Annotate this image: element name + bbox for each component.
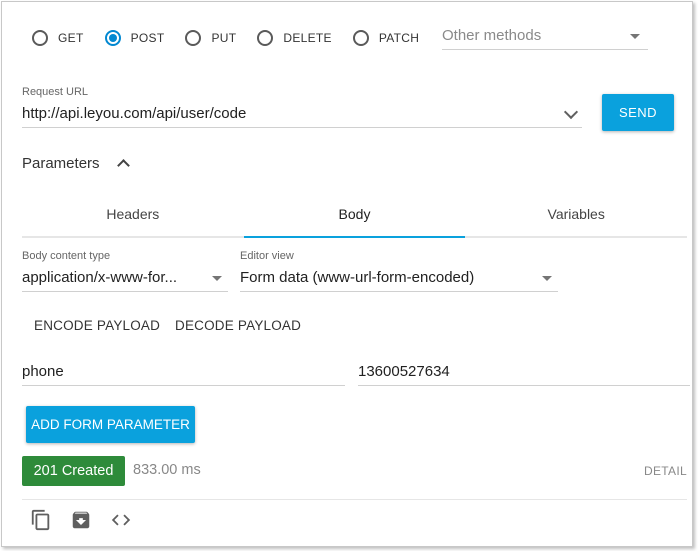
method-radio-delete[interactable]: DELETE — [257, 30, 332, 46]
tab-headers[interactable]: Headers — [22, 191, 244, 236]
radio-circle — [257, 30, 274, 46]
method-label: POST — [130, 31, 165, 45]
editor-view-label: Editor view — [240, 250, 294, 262]
save-icon[interactable] — [70, 509, 92, 531]
method-label: PUT — [211, 31, 237, 45]
details-button[interactable]: DETAIL — [644, 464, 687, 478]
parameters-tabs: Headers Body Variables — [22, 191, 687, 238]
editor-view-value: Form data (www-url-form-encoded) — [240, 269, 475, 286]
form-param-key-input[interactable]: phone — [22, 360, 345, 386]
request-url-input[interactable]: http://api.leyou.com/api/user/code — [22, 102, 582, 128]
body-content-type-select[interactable]: application/x-www-for... — [22, 266, 228, 292]
chevron-down-icon[interactable] — [563, 104, 579, 120]
radio-circle — [185, 30, 202, 46]
editor-view-select[interactable]: Form data (www-url-form-encoded) — [240, 266, 558, 292]
copy-icon[interactable] — [30, 509, 52, 531]
divider — [22, 499, 687, 500]
dropdown-arrow-icon — [542, 276, 552, 281]
add-form-parameter-button[interactable]: ADD FORM PARAMETER — [26, 406, 195, 443]
dropdown-arrow-icon — [212, 276, 222, 281]
body-content-type-label: Body content type — [22, 250, 111, 262]
send-button[interactable]: SEND — [602, 94, 674, 131]
request-url-label: Request URL — [22, 86, 89, 98]
method-label: GET — [58, 31, 84, 45]
chevron-up-icon[interactable] — [117, 159, 130, 172]
dropdown-arrow-icon — [630, 34, 640, 39]
body-content-type-value: application/x-www-for... — [22, 269, 178, 286]
decode-payload-button[interactable]: DECODE PAYLOAD — [175, 318, 301, 333]
form-param-value-input[interactable]: 13600527634 — [358, 360, 690, 386]
method-radio-group: GET POST PUT DELETE PATCH — [32, 30, 440, 46]
radio-circle — [32, 30, 48, 46]
request-url-value: http://api.leyou.com/api/user/code — [22, 105, 247, 122]
radio-circle — [352, 30, 369, 46]
radio-circle — [104, 30, 121, 46]
method-radio-put[interactable]: PUT — [185, 30, 236, 46]
form-param-key: phone — [22, 363, 64, 380]
method-label: DELETE — [283, 31, 332, 45]
form-param-value: 13600527634 — [358, 363, 450, 380]
tab-variables[interactable]: Variables — [465, 191, 687, 236]
status-badge: 201 Created — [22, 456, 125, 486]
code-icon[interactable] — [110, 509, 132, 531]
parameters-title: Parameters — [22, 155, 100, 172]
other-methods-select[interactable]: Other methods — [442, 24, 648, 50]
method-radio-patch[interactable]: PATCH — [352, 30, 420, 46]
response-time: 833.00 ms — [133, 462, 201, 478]
tab-body[interactable]: Body — [243, 191, 466, 238]
method-radio-post[interactable]: POST — [104, 30, 165, 46]
other-methods-placeholder: Other methods — [442, 27, 542, 44]
request-panel: GET POST PUT DELETE PATCH Other methods … — [1, 1, 693, 547]
encode-payload-button[interactable]: ENCODE PAYLOAD — [34, 318, 160, 333]
method-label: PATCH — [378, 31, 420, 45]
method-radio-get[interactable]: GET — [32, 30, 84, 46]
